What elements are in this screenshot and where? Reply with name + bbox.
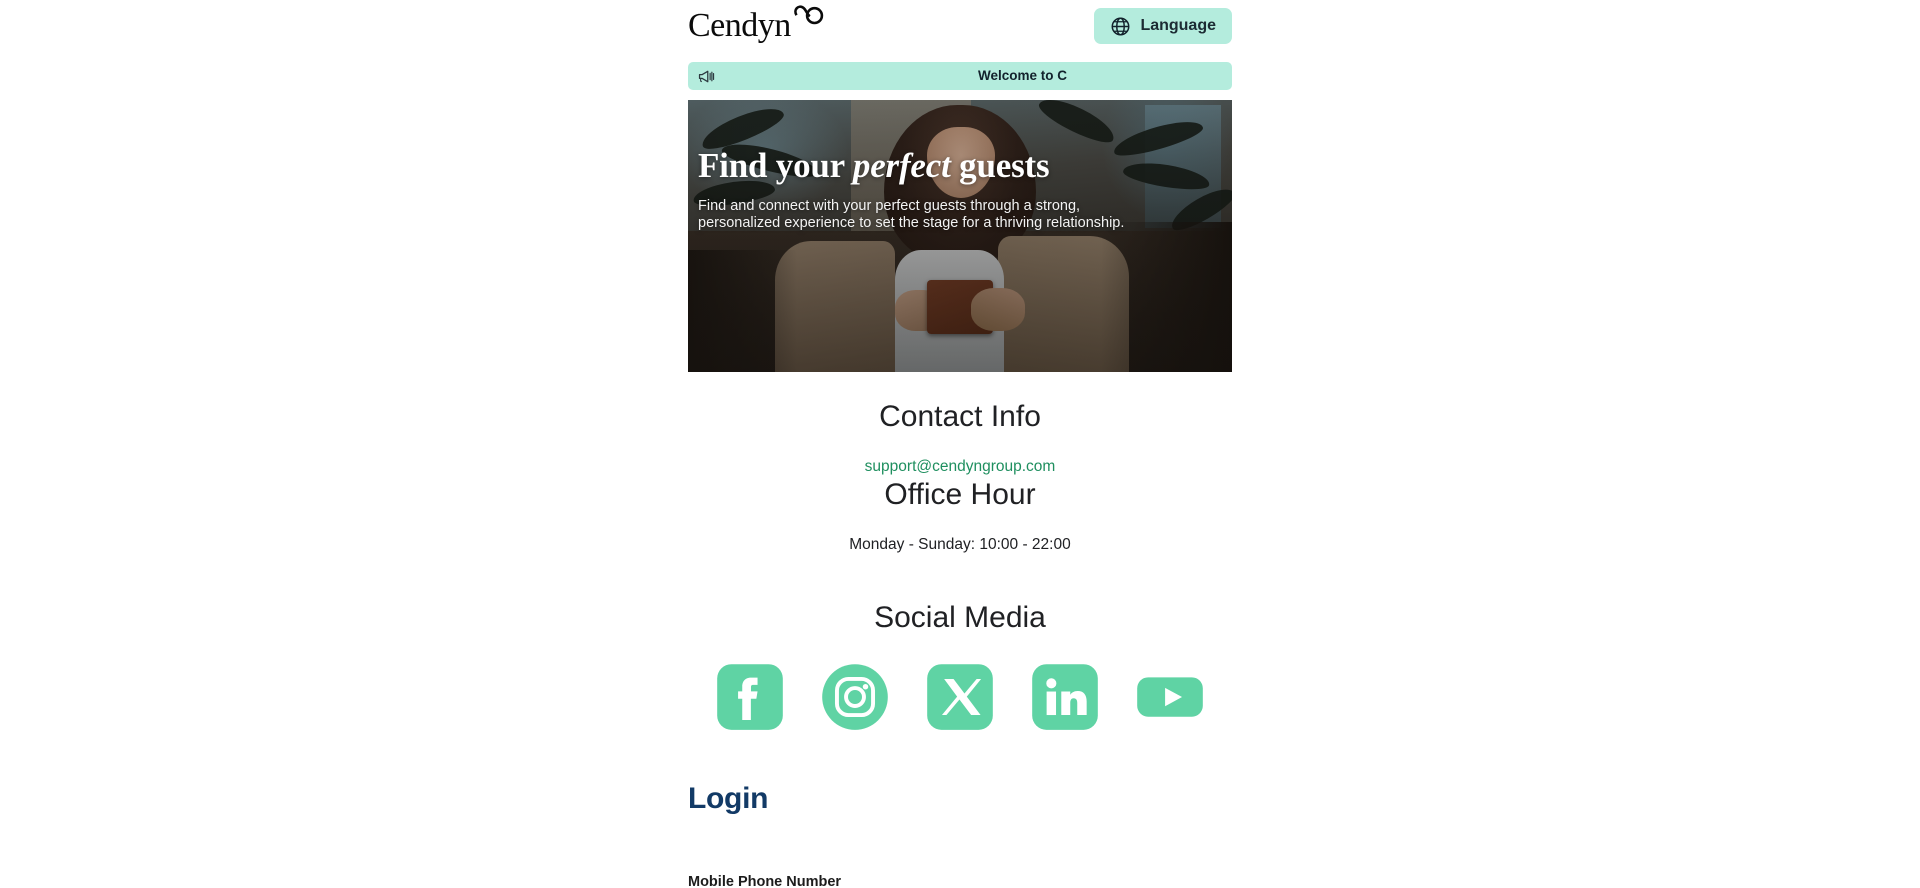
youtube-icon: [1137, 677, 1203, 717]
social-link-x[interactable]: [925, 662, 995, 732]
language-button[interactable]: Language: [1094, 8, 1232, 44]
announcement-banner[interactable]: Welcome to C: [688, 62, 1232, 90]
social-link-linkedin[interactable]: [1030, 662, 1100, 732]
mobile-phone-number-label: Mobile Phone Number: [688, 874, 842, 888]
hero-subtitle: Find and connect with your perfect guest…: [698, 197, 1125, 232]
hero-title-italic: perfect: [852, 146, 951, 185]
office-hour-heading: Office Hour: [884, 478, 1036, 511]
megaphone-icon: [698, 70, 715, 83]
contact-info-section: Contact Info: [688, 402, 1232, 432]
office-hour-value: Monday - Sunday: 10:00 - 22:00: [849, 536, 1071, 553]
announcement-text: Welcome to C: [978, 68, 1068, 83]
facebook-icon: [717, 664, 783, 730]
office-hour-section: Office Hour: [688, 480, 1232, 510]
language-button-label: Language: [1140, 17, 1216, 34]
hero-title-part1: Find your: [698, 146, 853, 185]
social-link-instagram[interactable]: [820, 662, 890, 732]
hero-title-part2: guests: [950, 146, 1050, 185]
cendyn-logo[interactable]: Cendyn: [688, 2, 833, 46]
hero-banner: Find your perfect guests Find and connec…: [688, 100, 1232, 372]
hero-copy: Find your perfect guests Find and connec…: [698, 146, 1158, 233]
social-media-heading: Social Media: [874, 601, 1046, 634]
social-links-row: [688, 662, 1232, 732]
site-header: Cendyn Language: [0, 0, 1920, 54]
globe-icon: [1111, 17, 1130, 35]
cendyn-logo-svg: Cendyn: [688, 5, 824, 44]
linkedin-icon: [1032, 664, 1098, 730]
social-link-youtube[interactable]: [1135, 662, 1205, 732]
instagram-icon: [822, 664, 888, 730]
login-heading: Login: [688, 782, 769, 815]
support-email-link[interactable]: support@cendyngroup.com: [865, 458, 1056, 475]
hero-title: Find your perfect guests: [698, 146, 1158, 186]
page-root: Cendyn Language Welcome to C Find your p…: [0, 0, 1920, 888]
office-hour-row: Monday - Sunday: 10:00 - 22:00: [688, 537, 1232, 553]
hero-overlay: [688, 100, 1232, 372]
contact-info-heading: Contact Info: [879, 400, 1041, 433]
svg-text:Cendyn: Cendyn: [688, 7, 791, 44]
contact-email-row: support@cendyngroup.com: [688, 458, 1232, 476]
social-link-facebook[interactable]: [715, 662, 785, 732]
x-twitter-icon: [927, 664, 993, 730]
social-media-section: Social Media: [688, 603, 1232, 633]
